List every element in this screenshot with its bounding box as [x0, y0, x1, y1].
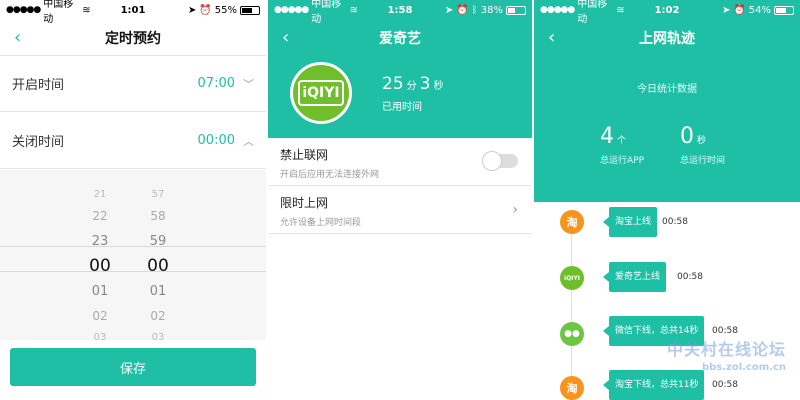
event-time: 00:58 — [712, 380, 738, 390]
battery-percent: 55% — [214, 4, 238, 16]
today-stats-label: 今日统计数据 — [637, 84, 697, 95]
event-time: 00:58 — [677, 272, 703, 282]
taobao-icon: 淘 — [560, 210, 584, 234]
alarm-icon: ⏰ — [733, 4, 746, 16]
timeline-event: 爱奇艺上线 — [602, 262, 667, 292]
app-count-stat: 4个 总运行APP — [600, 124, 645, 166]
picker-option[interactable]: 03 — [138, 329, 178, 347]
qiyi-logo: iQIYI — [290, 62, 352, 124]
hour-wheel[interactable]: 21 22 23 00 01 02 03 — [80, 186, 120, 347]
signal-icon: ●●●●● — [6, 5, 41, 15]
event-time: 00:58 — [712, 326, 738, 336]
open-time-value: 07:00 — [197, 76, 235, 91]
wifi-icon: ≋ — [82, 4, 91, 16]
time-limit-row[interactable]: 限时上网 允许设备上网时间段 › — [268, 186, 532, 234]
bluetooth-icon: ᛒ — [471, 4, 478, 16]
page-title: 上网轨迹 — [639, 31, 695, 47]
event-time: 00:58 — [662, 217, 688, 227]
chevron-up-icon: ︿ — [243, 134, 254, 148]
picker-option[interactable]: 23 — [80, 229, 120, 254]
picker-option[interactable]: 02 — [138, 304, 178, 329]
usage-time: 25 分 3 秒 已用时间 — [382, 74, 446, 113]
chevron-right-icon: › — [512, 202, 518, 218]
back-icon[interactable]: ‹ — [282, 27, 289, 48]
picker-option[interactable]: 59 — [138, 229, 178, 254]
location-icon: ➤ — [187, 4, 197, 16]
block-network-desc: 开启后应用无法连接外网 — [280, 170, 380, 180]
stats-header: ●●●●● 中国移动 ≋ 1:02 ➤ ⏰ 54% ‹ 上网轨迹 今日统计数据 … — [534, 0, 800, 202]
wechat-icon: ●● — [560, 322, 584, 346]
open-time-row[interactable]: 开启时间 07:00 ﹀ — [0, 56, 266, 112]
wifi-icon: ≋ — [349, 4, 358, 16]
minute-wheel[interactable]: 57 58 59 00 01 02 03 — [138, 186, 178, 347]
picker-option[interactable]: 01 — [138, 279, 178, 304]
app-detail-screen: ●●●●● 中国移动 ≋ 1:58 ➤ ⏰ ᛒ 38% ‹ 爱奇艺 iQIYI … — [268, 0, 532, 400]
close-time-value: 00:00 — [197, 133, 235, 148]
picker-option[interactable]: 22 — [80, 204, 120, 229]
battery-icon — [774, 5, 795, 15]
wifi-icon: ≋ — [616, 4, 625, 16]
status-bar: ●●●●● 中国移动 ≋ 1:58 ➤ ⏰ ᛒ 38% — [268, 0, 532, 25]
close-time-row[interactable]: 关闭时间 00:00 ︿ — [0, 113, 266, 169]
open-time-label: 开启时间 — [12, 78, 65, 93]
time-picker[interactable]: 21 22 23 00 01 02 03 57 58 59 00 01 02 0… — [0, 170, 266, 343]
time-limit-title: 限时上网 — [280, 196, 329, 210]
signal-icon: ●●●●● — [540, 5, 575, 15]
location-icon: ➤ — [444, 4, 454, 16]
usage-minutes: 25 — [382, 74, 404, 94]
timeline-line — [571, 210, 572, 400]
signal-icon: ●●●●● — [274, 5, 309, 15]
picker-selected-minute[interactable]: 00 — [138, 254, 178, 279]
time-limit-desc: 允许设备上网时间段 — [280, 218, 362, 228]
timeline-event: 淘宝上线 — [602, 207, 658, 237]
schedule-screen: ●●●●● 中国移动 ≋ 1:01 ➤ ⏰ 55% ‹ 定时预约 开启时间 07… — [0, 0, 266, 400]
block-network-row: 禁止联网 开启后应用无法连接外网 — [268, 138, 532, 186]
clock: 1:58 — [387, 4, 413, 16]
clock: 1:02 — [654, 4, 680, 16]
battery-percent: 54% — [748, 4, 772, 16]
battery-icon — [506, 5, 526, 15]
save-button[interactable]: 保存 — [10, 348, 256, 386]
status-bar: ●●●●● 中国移动 ≋ 1:02 ➤ ⏰ 54% — [534, 0, 800, 25]
picker-option[interactable]: 21 — [80, 186, 120, 204]
back-icon[interactable]: ‹ — [548, 27, 555, 48]
clock: 1:01 — [120, 4, 146, 16]
picker-option[interactable]: 58 — [138, 204, 178, 229]
qiyi-icon: iQIYI — [560, 266, 584, 290]
picker-option[interactable]: 57 — [138, 186, 178, 204]
chevron-down-icon: ﹀ — [243, 77, 254, 91]
block-network-toggle[interactable] — [482, 151, 518, 171]
battery-icon — [240, 5, 261, 15]
location-icon: ➤ — [721, 4, 731, 16]
picker-option[interactable]: 01 — [80, 279, 120, 304]
picker-option[interactable]: 02 — [80, 304, 120, 329]
nav-bar: ‹ 定时预约 — [0, 20, 266, 56]
back-icon[interactable]: ‹ — [14, 27, 21, 48]
runtime-stat: 0秒 总运行时间 — [680, 124, 726, 166]
taobao-icon: 淘 — [560, 376, 584, 400]
watermark: 中关村在线论坛 bbs.zol.com.cn — [666, 340, 786, 373]
page-title: 定时预约 — [105, 30, 161, 47]
app-header: ●●●●● 中国移动 ≋ 1:58 ➤ ⏰ ᛒ 38% ‹ 爱奇艺 iQIYI … — [268, 0, 532, 138]
nav-bar: ‹ 上网轨迹 — [534, 20, 800, 56]
battery-percent: 38% — [480, 4, 503, 16]
timeline-event: 淘宝下线，总共11秒 — [602, 370, 705, 400]
usage-seconds: 3 — [419, 74, 431, 94]
page-title: 爱奇艺 — [379, 31, 421, 47]
picker-option[interactable]: 03 — [80, 329, 120, 347]
picker-selected-hour[interactable]: 00 — [80, 254, 120, 279]
alarm-icon: ⏰ — [199, 4, 212, 16]
usage-caption: 已用时间 — [382, 102, 422, 113]
close-time-label: 关闭时间 — [12, 135, 65, 150]
alarm-icon: ⏰ — [456, 4, 469, 16]
nav-bar: ‹ 爱奇艺 — [268, 20, 532, 56]
status-bar: ●●●●● 中国移动 ≋ 1:01 ➤ ⏰ 55% — [0, 0, 266, 25]
